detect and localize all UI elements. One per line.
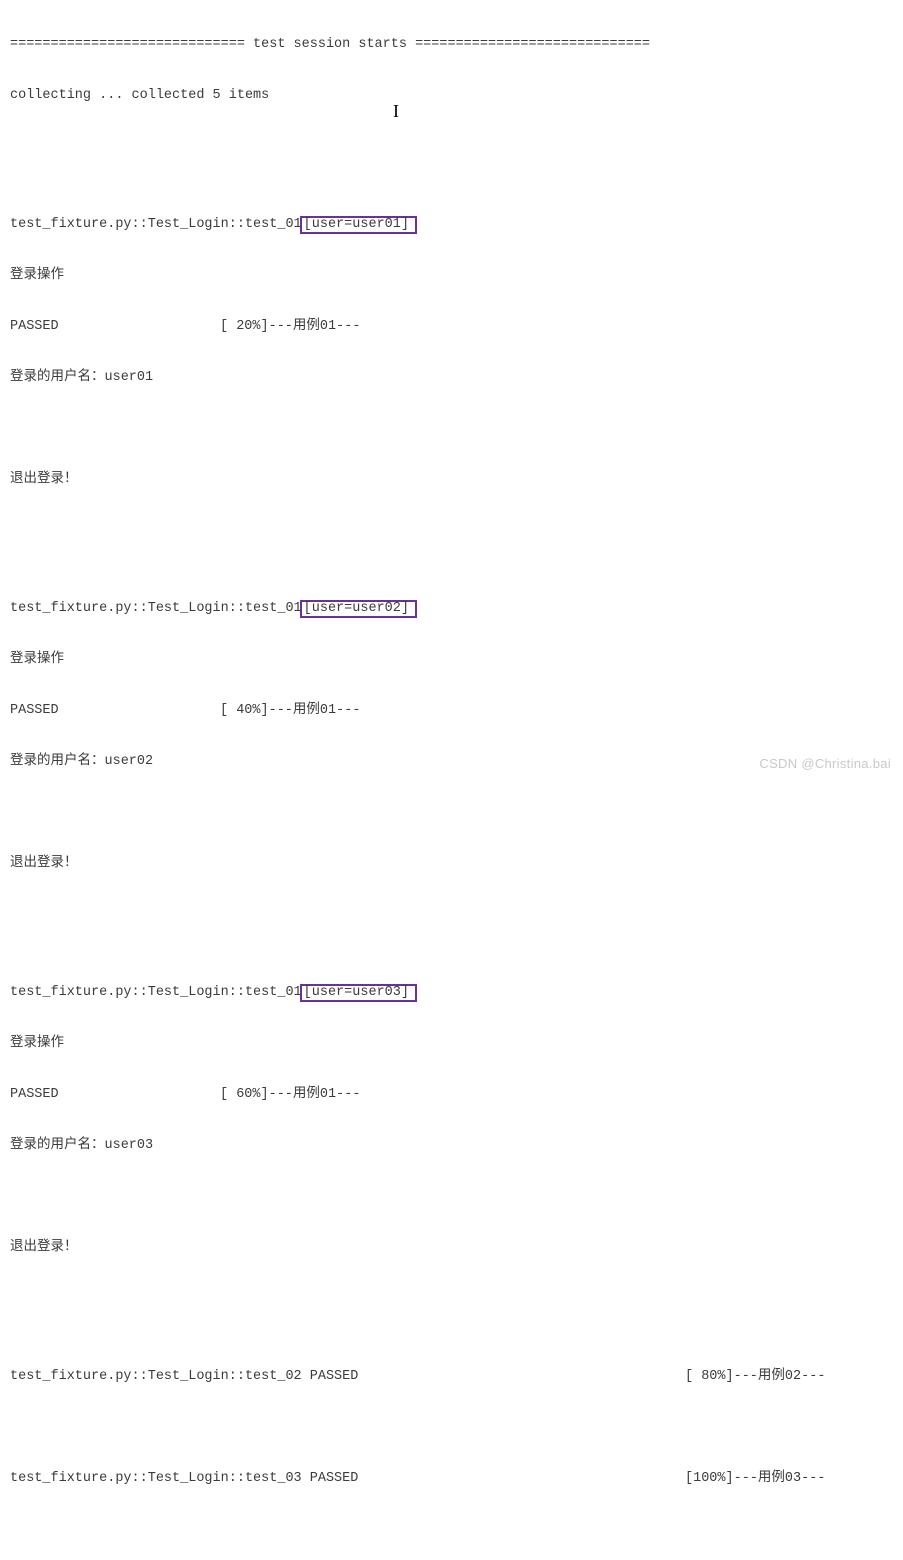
username: user03 (105, 1139, 154, 1153)
text: 退出登录！ (10, 1241, 78, 1255)
blank-line (10, 903, 893, 927)
username-line: 登录的用户名：user01 (10, 366, 893, 390)
watermark: CSDN @Christina.bai (759, 757, 891, 770)
case: ---用例01--- (269, 1088, 361, 1102)
test-line: test_fixture.py::Test_Login::test_01[use… (10, 213, 893, 237)
username: user02 (105, 755, 154, 769)
label: 登录的用户名： (10, 371, 105, 385)
case: ---用例01--- (269, 704, 361, 718)
username-line: 登录的用户名：user03 (10, 1134, 893, 1158)
status: PASSED (10, 704, 220, 718)
collecting-line: collecting ... collected 5 items (10, 84, 893, 108)
param-box: [user=user01] (300, 216, 417, 235)
tail-right: [100%]---用例03--- (685, 1472, 825, 1486)
tail-right: [ 80%]---用例02--- (685, 1370, 825, 1384)
blank-line (10, 417, 893, 441)
blank-line (10, 135, 893, 159)
session-header: ============================= test sessi… (10, 33, 893, 57)
text: CSDN @Christina.bai (759, 756, 891, 771)
status-line: PASSED[ 20%]---用例01--- (10, 315, 893, 339)
test-prefix: test_fixture.py::Test_Login::test_01 (10, 986, 302, 1000)
status: PASSED (10, 1088, 220, 1102)
text: 退出登录！ (10, 473, 78, 487)
param-box: [user=user03] (300, 984, 417, 1003)
tail-line: test_fixture.py::Test_Login::test_03 PAS… (10, 1467, 893, 1491)
terminal-output: ============================= test sessi… (0, 0, 903, 1560)
test-prefix: test_fixture.py::Test_Login::test_01 (10, 218, 302, 232)
tail-left: test_fixture.py::Test_Login::test_03 PAS… (10, 1472, 685, 1486)
text: ============================= test sessi… (10, 38, 650, 52)
text: 登录操作 (10, 269, 64, 283)
case: ---用例01--- (269, 320, 361, 334)
label: 登录的用户名： (10, 755, 105, 769)
text: 登录操作 (10, 653, 64, 667)
logout-line: 退出登录！ (10, 852, 893, 876)
login-op: 登录操作 (10, 1032, 893, 1056)
pct: [ 60%] (220, 1088, 269, 1102)
logout-line: 退出登录！ (10, 468, 893, 492)
label: 登录的用户名： (10, 1139, 105, 1153)
test-line: test_fixture.py::Test_Login::test_01[use… (10, 597, 893, 621)
login-op: 登录操作 (10, 648, 893, 672)
status-line: PASSED[ 40%]---用例01--- (10, 699, 893, 723)
blank-line (10, 519, 893, 543)
pct: [ 20%] (220, 320, 269, 334)
blank-line (10, 1416, 893, 1440)
status: PASSED (10, 320, 220, 334)
text: collecting ... collected 5 items (10, 89, 269, 103)
text: 退出登录！ (10, 857, 78, 871)
blank-line (10, 1185, 893, 1209)
logout-line: 退出登录！ (10, 1236, 893, 1260)
test-line: test_fixture.py::Test_Login::test_01[use… (10, 981, 893, 1005)
login-op: 登录操作 (10, 264, 893, 288)
blank-line (10, 1518, 893, 1542)
tail-line: test_fixture.py::Test_Login::test_02 PAS… (10, 1365, 893, 1389)
pct: [ 40%] (220, 704, 269, 718)
username: user01 (105, 371, 154, 385)
text: 登录操作 (10, 1037, 64, 1051)
blank-line (10, 801, 893, 825)
blank-line (10, 1287, 893, 1311)
tail-left: test_fixture.py::Test_Login::test_02 PAS… (10, 1370, 685, 1384)
test-prefix: test_fixture.py::Test_Login::test_01 (10, 602, 302, 616)
param-box: [user=user02] (300, 600, 417, 619)
status-line: PASSED[ 60%]---用例01--- (10, 1083, 893, 1107)
